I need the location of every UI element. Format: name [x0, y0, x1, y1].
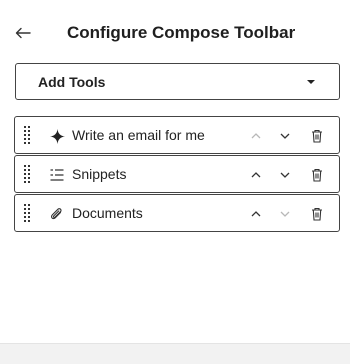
move-down-button[interactable] [275, 204, 295, 224]
move-down-button[interactable] [275, 126, 295, 146]
arrow-left-icon [15, 27, 31, 39]
trash-icon [312, 207, 322, 221]
move-up-button[interactable] [246, 126, 266, 146]
caret-down-icon [307, 80, 315, 84]
delete-button[interactable] [307, 126, 327, 146]
sparkle-icon [48, 127, 66, 145]
drag-handle-icon[interactable] [24, 204, 32, 224]
chevron-up-icon [251, 172, 261, 178]
tool-label: Write an email for me [72, 127, 205, 143]
drag-handle-icon[interactable] [24, 126, 32, 146]
tool-row-documents: Documents [14, 194, 340, 232]
move-down-button[interactable] [275, 165, 295, 185]
tool-label: Documents [72, 205, 143, 221]
move-up-button[interactable] [246, 204, 266, 224]
tool-list: Write an email for me Snippets Documents [14, 116, 340, 233]
chevron-up-icon [251, 133, 261, 139]
snippets-icon [48, 166, 66, 184]
drag-handle-icon[interactable] [24, 165, 32, 185]
add-tools-dropdown[interactable]: Add Tools [15, 63, 340, 100]
panel-header: Configure Compose Toolbar [0, 18, 350, 48]
trash-icon [312, 129, 322, 143]
back-button[interactable] [12, 22, 34, 44]
paperclip-icon [48, 205, 66, 223]
delete-button[interactable] [307, 204, 327, 224]
chevron-down-icon [280, 172, 290, 178]
tool-label: Snippets [72, 166, 127, 182]
page-title: Configure Compose Toolbar [67, 23, 296, 42]
move-up-button[interactable] [246, 165, 266, 185]
chevron-up-icon [251, 211, 261, 217]
chevron-down-icon [280, 133, 290, 139]
chevron-down-icon [280, 211, 290, 217]
trash-icon [312, 168, 322, 182]
delete-button[interactable] [307, 165, 327, 185]
add-tools-label: Add Tools [38, 73, 106, 90]
tool-row-write-email: Write an email for me [14, 116, 340, 154]
panel-footer [0, 343, 350, 364]
configure-toolbar-panel: Configure Compose Toolbar Add Tools Writ… [0, 0, 350, 364]
tool-row-snippets: Snippets [14, 155, 340, 193]
